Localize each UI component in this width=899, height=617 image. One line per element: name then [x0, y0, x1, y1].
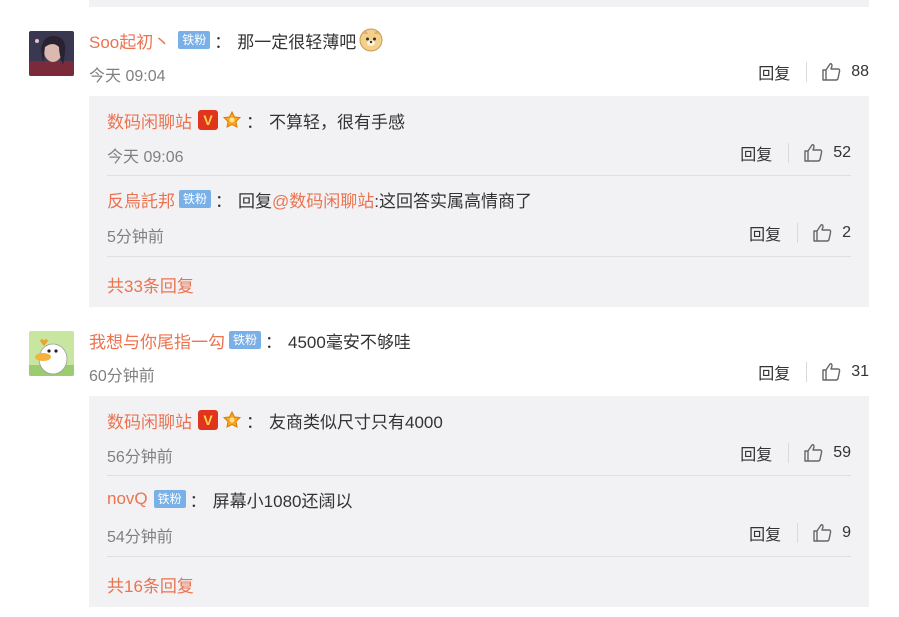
reply-button[interactable]: 回复	[758, 360, 790, 384]
like-count: 31	[851, 363, 869, 380]
reply-header: 数码闲聊站 V ： 不算轻，很有手感	[107, 108, 405, 132]
thumbs-up-icon	[804, 444, 823, 462]
reply-time: 5分钟前	[107, 229, 164, 246]
comment-text: 4500毫安不够哇	[288, 332, 411, 352]
reply-text: :这回答实属高情商了	[374, 191, 533, 211]
reply-button[interactable]: 回复	[740, 141, 772, 165]
action-divider	[797, 223, 799, 243]
colon: ：	[214, 32, 232, 52]
reply-thread: 数码闲聊站 V ： 友商类似尺寸只有4000 56分钟前 回复 59 novQ …	[89, 396, 869, 607]
reply-actions: 回复 9	[749, 521, 851, 545]
divider	[107, 475, 851, 476]
like-button[interactable]: 9	[812, 523, 851, 543]
avatar-photo-icon	[29, 31, 74, 76]
like-count: 52	[833, 144, 851, 161]
fan-badge[interactable]: 铁粉	[178, 31, 211, 49]
username-link[interactable]: Soo起初丶	[89, 28, 170, 53]
comment-actions: 回复 31	[758, 360, 869, 384]
reply-actions: 回复 59	[740, 441, 851, 465]
fan-badge[interactable]: 铁粉	[153, 490, 186, 508]
like-button[interactable]: 59	[803, 443, 851, 463]
fan-badge[interactable]: 铁粉	[179, 190, 212, 208]
username-link[interactable]: 数码闲聊站	[107, 108, 192, 133]
fan-badge[interactable]: 铁粉	[229, 331, 262, 349]
reply-header: novQ 铁粉 ： 屏幕小1080还阔以	[107, 487, 352, 511]
reply-thread: 数码闲聊站 V ： 不算轻，很有手感 今天 09:06 回复 52 反烏託邦 铁…	[89, 96, 869, 307]
reply-text: 不算轻，很有手感	[269, 112, 405, 132]
reply-actions: 回复 52	[740, 141, 851, 165]
medal-icon[interactable]	[222, 110, 242, 130]
reply-text: 屏幕小1080还阔以	[212, 491, 353, 511]
colon: ：	[265, 332, 283, 352]
like-count: 2	[842, 224, 851, 241]
username-link[interactable]: 数码闲聊站	[107, 408, 192, 433]
colon: ：	[215, 191, 233, 211]
reply-time: 54分钟前	[107, 529, 173, 546]
like-count: 9	[842, 524, 851, 541]
reply-button[interactable]: 回复	[749, 221, 781, 245]
comment-text: 那一定很轻薄吧	[237, 32, 357, 52]
action-divider	[806, 62, 808, 82]
username-link[interactable]: 反烏託邦	[107, 187, 175, 212]
more-replies-link[interactable]: 共16条回复	[107, 572, 194, 597]
comment-time: 60分钟前	[89, 368, 155, 385]
reply-header: 数码闲聊站 V ： 友商类似尺寸只有4000	[107, 408, 443, 432]
colon: ：	[246, 412, 263, 432]
colon: ：	[189, 491, 207, 511]
colon: ：	[246, 112, 263, 132]
divider	[107, 175, 851, 176]
action-divider	[788, 143, 790, 163]
thumbs-up-icon	[822, 63, 841, 81]
more-replies-link[interactable]: 共33条回复	[107, 272, 194, 297]
divider	[107, 556, 851, 557]
action-divider	[806, 362, 808, 382]
duck-avatar-icon	[29, 331, 74, 376]
reply-time: 今天 09:06	[107, 149, 184, 166]
medal-icon[interactable]	[222, 410, 242, 430]
reply-text: 友商类似尺寸只有4000	[269, 412, 443, 432]
doge-emoji-icon	[359, 28, 383, 52]
comment-actions: 回复 88	[758, 60, 869, 84]
action-divider	[788, 443, 790, 463]
verified-v-icon[interactable]: V	[198, 110, 218, 130]
like-button[interactable]: 2	[812, 223, 851, 243]
reply-button[interactable]: 回复	[749, 521, 781, 545]
reply-header: 反烏託邦 铁粉 ： 回复 @数码闲聊站 :这回答实属高情商了	[107, 187, 532, 211]
like-button[interactable]: 88	[821, 62, 869, 82]
comment-time: 今天 09:04	[89, 68, 166, 85]
avatar[interactable]	[29, 31, 74, 76]
reply-button[interactable]: 回复	[740, 441, 772, 465]
reply-time: 56分钟前	[107, 449, 173, 466]
like-button[interactable]: 52	[803, 143, 851, 163]
mention-link[interactable]: @数码闲聊站	[272, 187, 374, 212]
reply-prefix: 回复	[238, 191, 273, 211]
like-count: 59	[833, 444, 851, 461]
thumbs-up-icon	[813, 224, 832, 242]
comment-header: 我想与你尾指一勾 铁粉 ： 4500毫安不够哇	[89, 328, 411, 352]
like-count: 88	[851, 63, 869, 80]
reply-button[interactable]: 回复	[758, 60, 790, 84]
verified-v-icon[interactable]: V	[198, 410, 218, 430]
like-button[interactable]: 31	[821, 362, 869, 382]
action-divider	[797, 523, 799, 543]
comment-header: Soo起初丶 铁粉 ： 那一定很轻薄吧	[89, 28, 383, 52]
username-link[interactable]: novQ	[107, 489, 148, 509]
thumbs-up-icon	[813, 524, 832, 542]
thumbs-up-icon	[822, 363, 841, 381]
reply-actions: 回复 2	[749, 221, 851, 245]
thumbs-up-icon	[804, 144, 823, 162]
username-link[interactable]: 我想与你尾指一勾	[89, 328, 225, 353]
previous-reply-box-edge	[89, 0, 869, 7]
divider	[107, 256, 851, 257]
avatar[interactable]	[29, 331, 74, 376]
